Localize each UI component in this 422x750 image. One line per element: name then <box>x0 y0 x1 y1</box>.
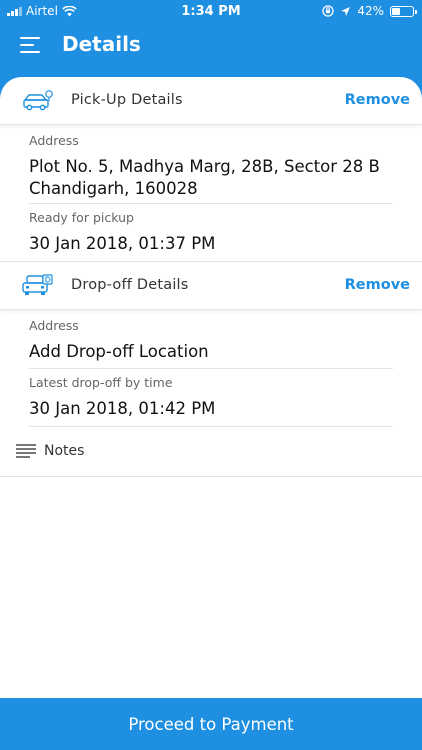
notes-divider <box>0 476 422 477</box>
pickup-address-label: Address <box>29 133 79 148</box>
pickup-address-line2: Chandigarh, 160028 <box>29 179 198 198</box>
status-bar: Airtel 1:34 PM 42% <box>0 0 422 22</box>
pickup-address-line1: Plot No. 5, Madhya Marg, 28B, Sector 28 … <box>29 157 380 176</box>
divider <box>29 368 393 369</box>
location-arrow-icon <box>341 6 351 16</box>
dropoff-time-value: 30 Jan 2018, 01:42 PM <box>29 399 216 418</box>
dropoff-section-header: Drop-off Details Remove <box>0 262 422 310</box>
notes-label: Notes <box>44 443 85 459</box>
pickup-time-value: 30 Jan 2018, 01:37 PM <box>29 234 216 253</box>
notes-icon <box>16 444 36 458</box>
pickup-time-field[interactable]: Ready for pickup 30 Jan 2018, 01:37 PM <box>29 210 393 255</box>
dropoff-address-field[interactable]: Address Add Drop-off Location <box>29 318 393 363</box>
divider <box>29 203 393 204</box>
orientation-lock-icon <box>322 5 334 17</box>
page-title: Details <box>62 32 141 56</box>
dropoff-remove-button[interactable]: Remove <box>345 277 410 293</box>
app-header: Details <box>0 22 422 72</box>
dropoff-car-icon <box>22 274 53 295</box>
dropoff-address-label: Address <box>29 318 79 333</box>
pickup-time-label: Ready for pickup <box>29 210 134 225</box>
pickup-car-icon <box>23 90 53 111</box>
pickup-address-field[interactable]: Address Plot No. 5, Madhya Marg, 28B, Se… <box>29 133 393 200</box>
hamburger-icon[interactable] <box>20 37 40 53</box>
battery-icon <box>390 5 417 17</box>
battery-percent: 42% <box>357 4 384 18</box>
pickup-section-title: Pick-Up Details <box>71 92 183 108</box>
details-card: Pick-Up Details Remove Address Plot No. … <box>0 77 422 750</box>
dropoff-time-label: Latest drop-off by time <box>29 375 173 390</box>
notes-row[interactable]: Notes <box>0 432 422 476</box>
pickup-section-header: Pick-Up Details Remove <box>0 77 422 125</box>
divider <box>29 426 393 427</box>
dropoff-time-field[interactable]: Latest drop-off by time 30 Jan 2018, 01:… <box>29 375 393 420</box>
dropoff-address-value: Add Drop-off Location <box>29 342 209 361</box>
dropoff-section-title: Drop-off Details <box>71 277 189 293</box>
pickup-remove-button[interactable]: Remove <box>345 92 410 108</box>
proceed-to-payment-button[interactable]: Proceed to Payment <box>0 698 422 750</box>
pickup-address-value: Plot No. 5, Madhya Marg, 28B, Sector 28 … <box>29 156 393 200</box>
status-right: 42% <box>322 4 417 18</box>
